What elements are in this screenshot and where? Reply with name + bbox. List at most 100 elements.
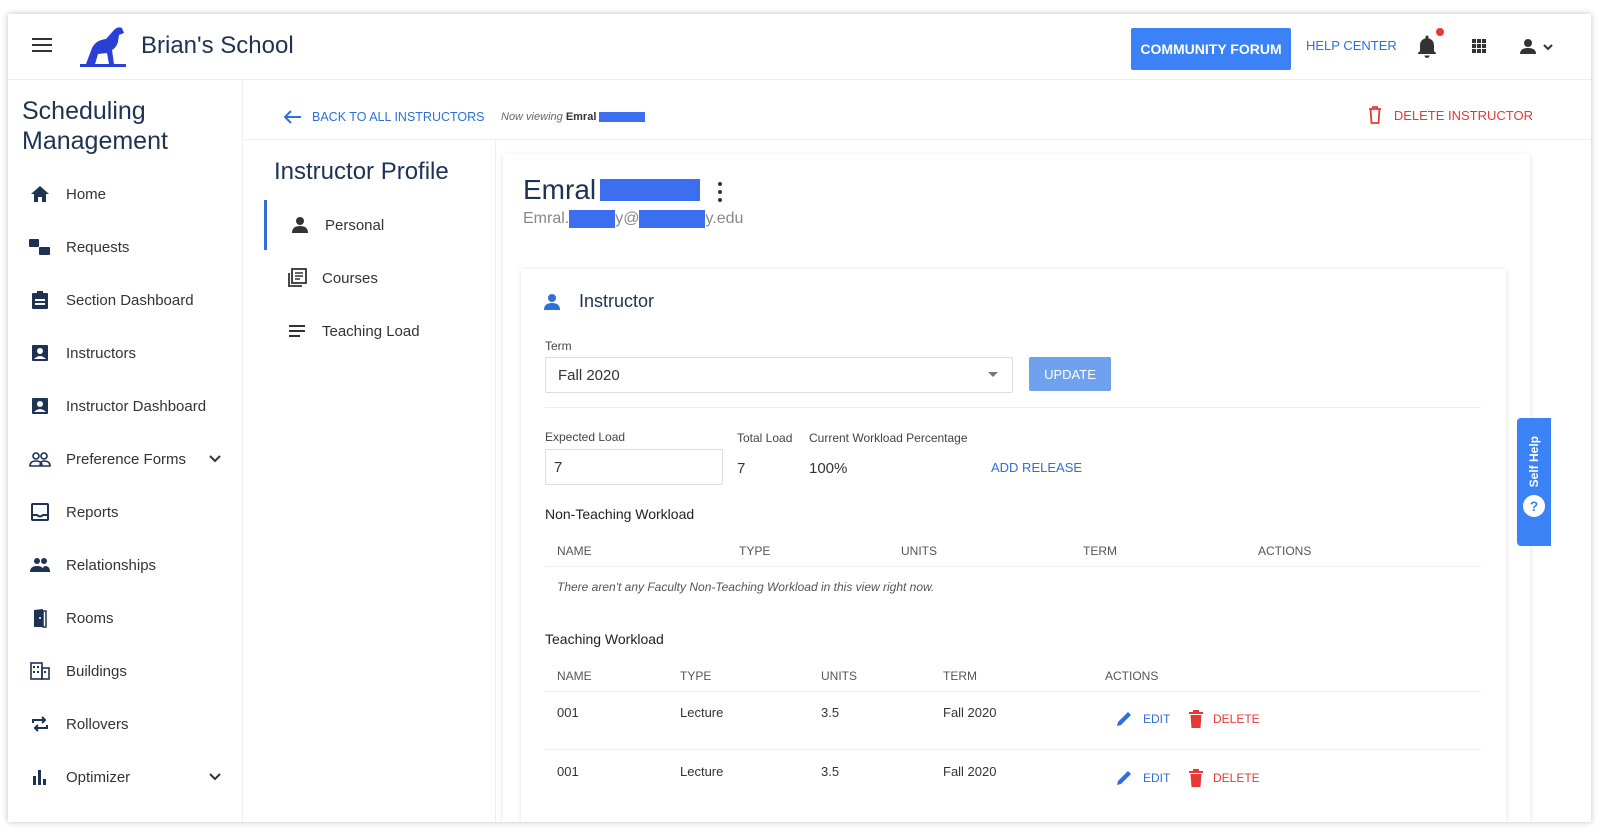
section-heading: Instructor [543, 291, 654, 312]
divider [545, 566, 1481, 567]
term-select[interactable]: Fall 2020 [545, 357, 1013, 393]
sidebar-item-rooms[interactable]: Rooms [22, 602, 232, 634]
building-icon [28, 659, 52, 683]
dropdown-caret-icon [988, 372, 998, 377]
expected-load-label: Expected Load [545, 430, 626, 444]
redaction-block [599, 112, 646, 123]
sidebar-item-label: Buildings [66, 662, 127, 680]
help-question-icon: ? [1523, 495, 1545, 518]
menu-icon[interactable] [32, 38, 52, 52]
sidebar-item-label: Preference Forms [66, 450, 187, 468]
delete-button[interactable]: DELETE [1189, 710, 1260, 728]
edit-button[interactable]: EDIT [1115, 769, 1170, 787]
notifications-bell-icon[interactable] [1416, 34, 1438, 60]
trash-icon [1189, 710, 1203, 728]
email-prefix: Emral. [523, 210, 570, 227]
sidebar: Scheduling Management Home Requests Sect… [8, 80, 243, 822]
cell-units: 3.5 [821, 705, 840, 720]
sidebar-item-instructors[interactable]: Instructors [22, 337, 232, 369]
profile-tab-personal[interactable]: Personal [264, 200, 484, 250]
workload-percentage-value: 100% [809, 460, 848, 477]
redaction-block [639, 210, 706, 228]
column-header: TERM [1083, 544, 1117, 558]
sidebar-item-label: Section Dashboard [66, 291, 194, 309]
update-button[interactable]: UPDATE [1029, 357, 1111, 391]
profile-tab-courses[interactable]: Courses [264, 253, 484, 303]
divider [545, 407, 1481, 408]
back-link-label: BACK TO ALL INSTRUCTORS [312, 110, 485, 124]
non-teaching-title: Non-Teaching Workload [545, 506, 695, 522]
column-header: TYPE [680, 669, 712, 683]
profile-nav: Instructor Profile Personal Courses Teac… [244, 140, 496, 822]
account-menu-icon[interactable] [1516, 36, 1556, 58]
column-header: TERM [943, 669, 977, 683]
cell-name: 001 [557, 705, 579, 720]
edit-label: EDIT [1143, 712, 1171, 726]
back-to-instructors-link[interactable]: BACK TO ALL INSTRUCTORS [284, 110, 485, 124]
profile-tab-label: Personal [325, 216, 385, 234]
clipboard-icon [28, 288, 52, 312]
community-forum-button[interactable]: COMMUNITY FORUM [1131, 28, 1291, 70]
delete-button[interactable]: DELETE [1189, 769, 1260, 787]
column-header: UNITS [821, 669, 857, 683]
profile-tab-teaching-load[interactable]: Teaching Load [264, 306, 484, 356]
door-icon [28, 606, 52, 630]
sidebar-item-optimizer[interactable]: Optimizer [22, 761, 232, 793]
section-title: Instructor [579, 291, 655, 311]
instructor-first-name: Emral [523, 174, 597, 205]
now-viewing-name: Emral [565, 111, 597, 123]
school-name: Brian's School [141, 32, 294, 59]
edit-button[interactable]: EDIT [1115, 710, 1170, 728]
column-header: UNITS [901, 544, 937, 558]
instructor-section: Instructor Term Fall 2020 UPDATE Expecte… [521, 269, 1506, 822]
delete-label: DELETE [1213, 771, 1260, 785]
chevron-down-icon[interactable] [208, 451, 222, 465]
self-help-label: Self Help [1527, 436, 1541, 488]
sidebar-item-instructor-dashboard[interactable]: Instructor Dashboard [22, 390, 232, 422]
notification-dot [1436, 28, 1444, 36]
teaching-title: Teaching Workload [545, 631, 664, 647]
cell-units: 3.5 [821, 764, 840, 779]
help-center-link[interactable]: HELP CENTER [1306, 38, 1397, 53]
sidebar-item-section-dashboard[interactable]: Section Dashboard [22, 284, 232, 316]
column-header: ACTIONS [1105, 669, 1159, 683]
repeat-icon [28, 712, 52, 736]
sidebar-title: Scheduling Management [22, 97, 168, 155]
expected-load-input[interactable] [545, 449, 723, 485]
person-icon [544, 293, 560, 310]
more-options-icon[interactable] [717, 182, 723, 202]
greyhound-logo-icon[interactable] [78, 24, 128, 68]
thumbs-icon [28, 235, 52, 259]
sidebar-item-preference-forms[interactable]: Preference Forms [22, 443, 232, 475]
pencil-icon [1117, 712, 1131, 726]
cell-name: 001 [557, 764, 579, 779]
sidebar-item-buildings[interactable]: Buildings [22, 655, 232, 687]
sidebar-item-label: Home [66, 185, 107, 203]
sidebar-item-reports[interactable]: Reports [22, 496, 232, 528]
top-bar: Brian's School COMMUNITY FORUM HELP CENT… [8, 14, 1591, 80]
term-select-value: Fall 2020 [558, 366, 620, 384]
column-header: ACTIONS [1258, 544, 1312, 558]
redaction-block [600, 179, 701, 201]
cell-term: Fall 2020 [943, 764, 997, 779]
pencil-icon [1117, 771, 1131, 785]
total-load-label: Total Load [737, 431, 793, 445]
delete-instructor-label: DELETE INSTRUCTOR [1393, 107, 1533, 123]
now-viewing-label: Now viewing Emral [501, 111, 646, 123]
sidebar-item-relationships[interactable]: Relationships [22, 549, 232, 581]
sidebar-item-label: Rooms [66, 609, 114, 627]
chevron-down-icon[interactable] [208, 769, 222, 783]
apps-grid-icon[interactable] [1472, 39, 1486, 53]
column-header: TYPE [739, 544, 771, 558]
sidebar-item-requests[interactable]: Requests [22, 231, 232, 263]
self-help-tab[interactable]: Self Help ? [1517, 418, 1551, 546]
email-suffix: y.edu [705, 210, 744, 227]
redaction-block [569, 210, 616, 228]
library-books-icon [286, 267, 308, 289]
add-release-link[interactable]: ADD RELEASE [991, 460, 1082, 475]
sidebar-item-home[interactable]: Home [22, 178, 232, 210]
sidebar-item-rollovers[interactable]: Rollovers [22, 708, 232, 740]
delete-instructor-button[interactable]: DELETE INSTRUCTOR [1368, 106, 1533, 124]
lines-icon [286, 320, 308, 342]
contact-card-icon [28, 394, 52, 418]
